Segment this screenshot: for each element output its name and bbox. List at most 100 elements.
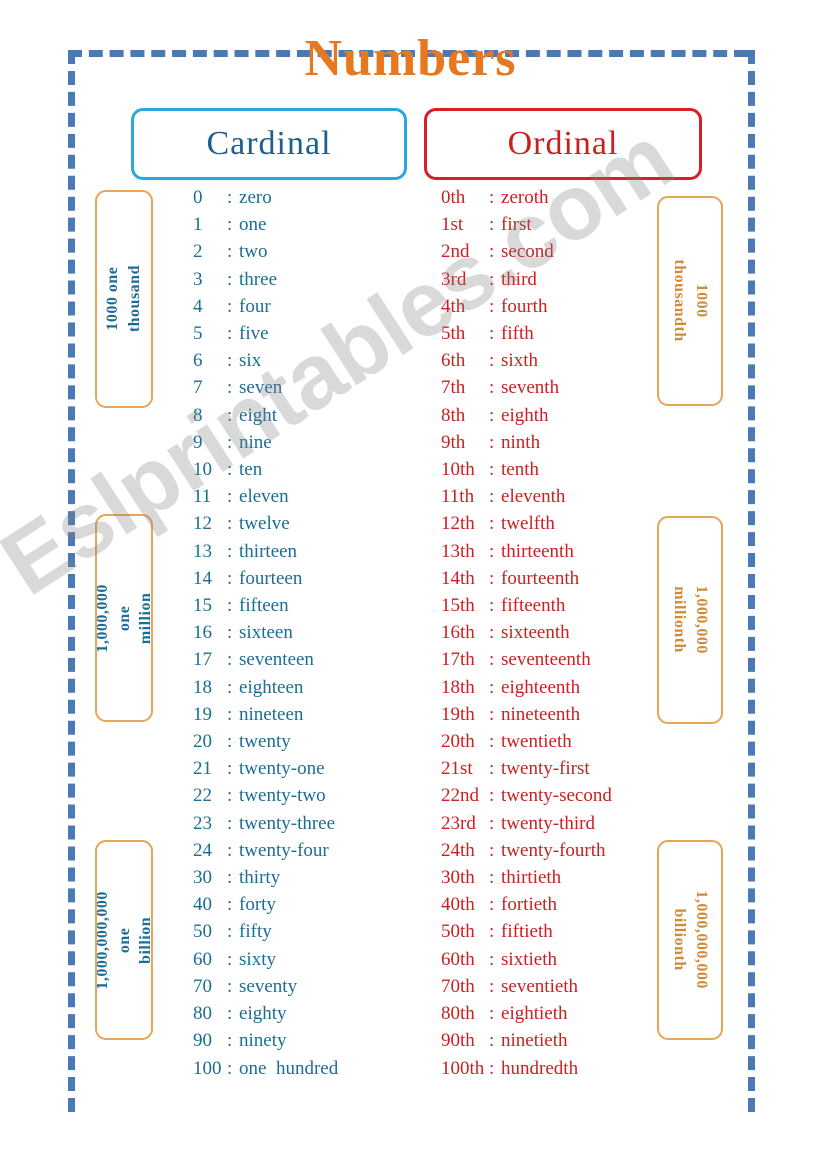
ordinal-row: 7th: seventh [441,374,691,401]
cardinal-row-separator: : [227,595,233,617]
cardinal-row-number: 14 [193,567,212,589]
cardinal-row-number: 20 [193,731,212,753]
ordinal-row-number: 18th [441,676,475,698]
ordinal-row-word: eleventh [501,486,566,508]
cardinal-row-word: twenty-three [239,812,336,834]
ordinal-row-number: 90th [441,1030,475,1052]
cardinal-row: 100: one hundred [193,1055,423,1082]
ordinal-row-separator: : [489,1003,495,1025]
cardinal-row-number: 24 [193,839,212,861]
cardinal-row: 12: twelve [193,510,423,537]
ordinal-row-separator: : [489,1030,495,1052]
ordinal-row-separator: : [489,595,495,617]
page-title: Numbers [304,30,517,87]
ordinal-row-separator: : [489,948,495,970]
cardinal-row-word: twenty [239,731,291,753]
ordinal-row: 15th: fifteenth [441,592,691,619]
cardinal-row-number: 60 [193,948,212,970]
ordinal-row-number: 4th [441,295,466,317]
cardinal-row: 17: seventeen [193,646,423,673]
cardinal-row: 22: twenty-two [193,782,423,809]
ordinal-row: 4th: fourth [441,293,691,320]
cardinal-row-number: 1 [193,214,203,236]
cardinal-row-number: 100 [193,1057,222,1079]
cardinal-row: 0: zero [193,184,423,211]
ordinal-row-separator: : [489,241,495,263]
ordinal-row-word: seventh [501,377,560,399]
ordinal-row-separator: : [489,513,495,535]
ordinal-row-separator: : [489,486,495,508]
cardinal-row-separator: : [227,839,233,861]
ordinal-row-separator: : [489,867,495,889]
cardinal-row-number: 13 [193,540,212,562]
ordinal-row-word: eightieth [501,1003,568,1025]
ordinal-row: 8th: eighth [441,402,691,429]
cardinal-row-separator: : [227,350,233,372]
ordinal-row-number: 40th [441,894,475,916]
ordinal-row-word: seventeenth [501,649,591,671]
ordinal-row: 6th: sixth [441,347,691,374]
cardinal-row-number: 90 [193,1030,212,1052]
cardinal-row: 70: seventy [193,973,423,1000]
worksheet-page: Numbers Cardinal Ordinal 0: zero 1: one 2:… [0,0,821,1169]
cardinal-row-word: eighty [239,1003,287,1025]
ordinal-row: 3rd: third [441,266,691,293]
cardinal-row-separator: : [227,731,233,753]
ordinal-row: 19th: nineteenth [441,701,691,728]
ordinal-row-number: 9th [441,431,466,453]
cardinal-row: 60: sixty [193,946,423,973]
ordinal-row: 5th: fifth [441,320,691,347]
cardinal-row-number: 3 [193,268,203,290]
ordinal-row-number: 5th [441,323,466,345]
cardinal-row-separator: : [227,513,233,535]
cardinal-row-number: 16 [193,622,212,644]
cardinal-row-separator: : [227,187,233,208]
cardinal-row: 8: eight [193,402,423,429]
ordinal-row-number: 20th [441,731,475,753]
cardinal-row-number: 12 [193,513,212,535]
ordinal-row-word: fortieth [501,894,557,916]
ordinal-row: 2nd: second [441,238,691,265]
ordinal-row: 12th: twelfth [441,510,691,537]
ordinal-row-word: twentieth [501,731,572,753]
cardinal-row-number: 22 [193,785,212,807]
ordinal-row-number: 100th [441,1057,485,1079]
ordinal-row-number: 30th [441,867,475,889]
ordinal-row: 20th: twentieth [441,728,691,755]
ordinal-row: 16th: sixteenth [441,619,691,646]
cardinal-row-number: 8 [193,404,203,426]
ordinal-row: 13th: thirteenth [441,538,691,565]
cardinal-row-separator: : [227,975,233,997]
ordinal-row-word: twenty-third [501,812,595,834]
cardinal-row: 1: one [193,211,423,238]
ordinal-row-word: thirteenth [501,540,574,562]
frame-right-border [748,50,755,1112]
ordinal-row-number: 24th [441,839,475,861]
ordinal-row-separator: : [489,295,495,317]
ordinal-row-number: 0th [441,187,466,208]
cardinal-row-word: thirty [239,867,281,889]
cardinal-row-separator: : [227,567,233,589]
cardinal-row: 18: eighteen [193,674,423,701]
ordinal-row: 11th: eleventh [441,483,691,510]
ordinal-row-word: fourteenth [501,567,580,589]
ordinal-row-word: fifteenth [501,595,566,617]
cardinal-row-number: 15 [193,595,212,617]
cardinal-row-number: 10 [193,459,212,481]
cardinal-row-separator: : [227,486,233,508]
side-box-right-thousandth-label: 1000 thousandth [671,259,710,343]
side-box-left-thousand: 1000 one thousand [95,190,153,408]
ordinal-row-separator: : [489,431,495,453]
cardinal-row: 11: eleven [193,483,423,510]
cardinal-row-separator: : [227,404,233,426]
cardinal-row-word: six [239,350,262,372]
ordinal-heading-box: Ordinal [424,108,702,180]
cardinal-row-separator: : [227,867,233,889]
cardinal-row-separator: : [227,921,233,943]
ordinal-row-word: sixteenth [501,622,570,644]
cardinal-row-word: sixty [239,948,276,970]
cardinal-row-number: 19 [193,703,212,725]
ordinal-row-number: 70th [441,975,475,997]
cardinal-row-word: seven [239,377,283,399]
cardinal-row-separator: : [227,948,233,970]
